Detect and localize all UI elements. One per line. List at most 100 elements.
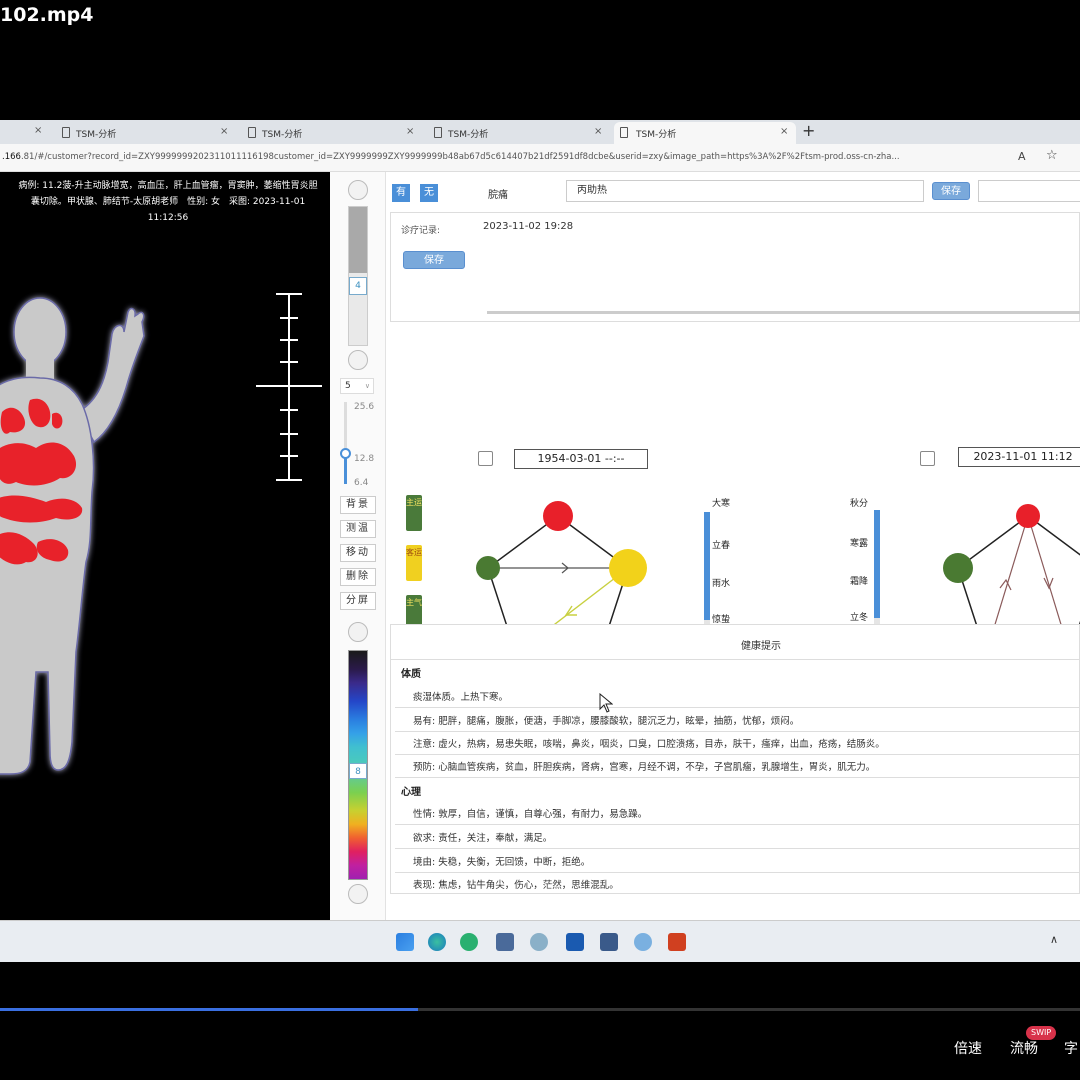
tab-close-icon[interactable]: × (780, 126, 788, 137)
photos-icon[interactable] (566, 933, 584, 951)
solar-term: 大寒 (712, 499, 731, 509)
divider (395, 707, 1080, 708)
solar-term: 秋分 (850, 499, 869, 509)
constitution-line: 预防: 心脑血管疾病，贫血，肝胆疾病，肾病，宫寒，月经不调，不孕，子宫肌瘤，乳腺… (413, 762, 876, 773)
tab-close-icon[interactable]: × (406, 126, 414, 137)
capture-checkbox[interactable] (920, 451, 935, 466)
chevron-down-icon: ∨ (364, 382, 370, 390)
divider (395, 848, 1080, 849)
app-icon[interactable] (496, 933, 514, 951)
temperature-range-slider[interactable] (340, 402, 351, 484)
scroll-down-button[interactable] (348, 350, 368, 370)
psychology-line: 性情: 敦厚，自信，谨慎，自尊心强，有耐力，易急躁。 (413, 809, 648, 820)
symptom-input[interactable]: 丙助热 (566, 180, 924, 202)
app-icon[interactable] (530, 933, 548, 951)
record-scrollbar[interactable] (487, 311, 1080, 314)
app-icon[interactable] (600, 933, 618, 951)
divider (395, 777, 1080, 778)
badge-text: 主气 (406, 598, 422, 607)
tab-3[interactable]: TSM-分析 × (430, 122, 610, 144)
colorbar-value: 8 (349, 763, 367, 779)
case-description: 病例: 11.2菠-升主动脉增宽，高血压，肝上血管瘤，胃窦肿，萎缩性胃炎胆囊切除… (18, 181, 318, 223)
psychology-title: 心理 (401, 787, 421, 798)
constitution-title: 体质 (401, 669, 421, 680)
health-tips-panel: 健康提示 体质 痰湿体质。上热下寒。 易有: 肥胖，腿痛，腹胀，便溏，手脚凉，腰… (390, 624, 1080, 894)
tab-bar: × TSM-分析 × TSM-分析 × TSM-分析 × TSM-分析 × + (0, 120, 1080, 144)
tab-4-active[interactable]: TSM-分析 × (614, 122, 796, 144)
delete-button[interactable]: 删除 (340, 568, 376, 586)
tab-close-icon[interactable]: × (220, 126, 228, 137)
wood-element-node (476, 556, 500, 580)
arrow-head (564, 605, 577, 616)
colorbar-up-button[interactable] (348, 622, 368, 642)
wechat-icon[interactable] (460, 933, 478, 951)
record-label: 诊疗记录: (401, 226, 441, 236)
extra-input[interactable] (978, 180, 1080, 202)
badge-you[interactable]: 有 (392, 184, 410, 202)
address-bar[interactable]: .166.81/#/customer?record_id=ZXY99999992… (0, 144, 1080, 172)
app-icon[interactable] (634, 933, 652, 951)
range-slider-handle[interactable] (340, 448, 351, 459)
badge-text: 主运 (406, 498, 422, 507)
video-title: 102.mp4 (0, 4, 94, 26)
move-button[interactable]: 移动 (340, 544, 376, 562)
solar-term: 立春 (712, 541, 731, 551)
windows-start-icon[interactable] (396, 933, 414, 951)
range-mid-label: 12.8 (354, 454, 375, 464)
solar-term: 雨水 (712, 579, 731, 589)
save-header-button[interactable]: 保存 (932, 182, 970, 200)
save-record-button[interactable]: 保存 (403, 251, 465, 269)
background-button[interactable]: 背景 (340, 496, 376, 514)
badge-ke-yun: 客运 (406, 545, 422, 581)
tab-close-icon[interactable]: × (594, 126, 602, 137)
capture-date-field[interactable]: 2023-11-01 11:12 (958, 447, 1080, 467)
page-icon (248, 127, 256, 138)
edge-browser-icon[interactable] (428, 933, 446, 951)
divider (395, 824, 1080, 825)
gray-level-slider[interactable]: 4 (348, 206, 368, 346)
temperature-scale-ruler (256, 293, 322, 481)
quality-button[interactable]: 流畅 (1010, 1038, 1038, 1058)
badge-wu[interactable]: 无 (420, 184, 438, 202)
tab-1[interactable]: TSM-分析 × (58, 122, 238, 144)
new-tab-icon[interactable]: + (802, 121, 815, 140)
favorite-star-icon[interactable]: ☆ (1046, 148, 1058, 163)
level-select[interactable]: 5 ∨ (340, 378, 374, 394)
url-text[interactable]: .166.81/#/customer?record_id=ZXY99999992… (2, 152, 1002, 162)
record-time: 2023-11-02 19:28 (483, 221, 574, 232)
tool-column: 4 5 ∨ 25.6 12.8 6.4 背景 测温 移动 删除 分屏 8 (330, 172, 386, 920)
video-progress-bar[interactable] (0, 1008, 1080, 1011)
thermal-image-panel: 病例: 11.2菠-升主动脉增宽，高血压，肝上血管瘤，胃窦肿，萎缩性胃炎胆囊切除… (0, 172, 330, 920)
birth-checkbox[interactable] (478, 451, 493, 466)
subtitle-button[interactable]: 字 (1064, 1038, 1078, 1058)
divider (395, 731, 1080, 732)
color-palette-bar[interactable]: 8 (348, 650, 368, 880)
health-tips-title: 健康提示 (741, 641, 781, 652)
chevron-up-icon[interactable]: ∧ (1050, 933, 1058, 946)
constitution-line: 注意: 虚火，热病，易患失眠，咳喘，鼻炎，咽炎，口臭，口腔溃疡，目赤，肤干，瘙痒… (413, 739, 885, 750)
wood-element-node (943, 553, 973, 583)
reader-mode-icon[interactable]: A (1018, 150, 1026, 163)
tab-close-icon[interactable]: × (34, 125, 42, 136)
solar-term: 立冬 (850, 613, 869, 623)
fire-element-node (1016, 504, 1040, 528)
windows-taskbar: ∧ (0, 920, 1080, 962)
video-frame: 102.mp4 × TSM-分析 × TSM-分析 × TSM-分析 × TSM… (0, 0, 1080, 1080)
gray-slider-fill (349, 207, 367, 273)
page-icon (62, 127, 70, 138)
solar-term: 霜降 (850, 577, 869, 587)
measure-temp-button[interactable]: 测温 (340, 520, 376, 538)
birth-date-field[interactable]: 1954-03-01 --:-- (514, 449, 648, 469)
scroll-up-button[interactable] (348, 180, 368, 200)
badge-zhu-yun: 主运 (406, 495, 422, 531)
split-screen-button[interactable]: 分屏 (340, 592, 376, 610)
playback-speed-button[interactable]: 倍速 (954, 1038, 982, 1058)
colorbar-down-button[interactable] (348, 884, 368, 904)
range-max-label: 25.6 (354, 402, 375, 412)
page-icon (620, 127, 628, 138)
mouse-cursor-icon (599, 693, 613, 713)
constitution-line: 痰湿体质。上热下寒。 (413, 692, 509, 703)
tab-2[interactable]: TSM-分析 × (244, 122, 424, 144)
powerpoint-icon[interactable] (668, 933, 686, 951)
url-path: .81/#/customer?record_id=ZXY999999920231… (20, 152, 900, 162)
